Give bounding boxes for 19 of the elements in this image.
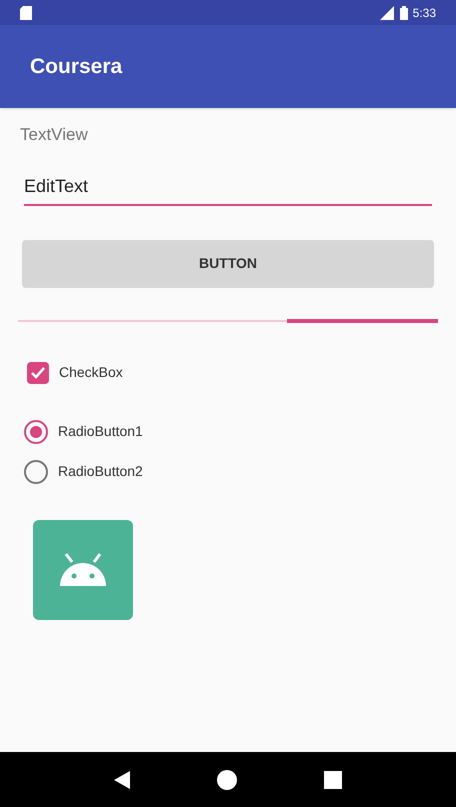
button[interactable]: BUTTON [22,240,434,288]
signal-icon [378,6,394,20]
text-view: TextView [20,124,88,146]
checkbox-label: CheckBox [59,363,123,382]
home-icon[interactable] [216,770,237,790]
radio-label: RadioButton2 [58,462,143,481]
app-title: Coursera [30,54,122,80]
check-icon [30,364,46,380]
radio-button[interactable] [24,460,48,484]
radio-button[interactable] [24,420,48,444]
battery-icon [400,6,408,20]
radio-label: RadioButton1 [58,422,143,441]
checkbox[interactable] [27,362,49,384]
back-icon[interactable] [114,770,130,788]
android-icon [33,520,133,620]
status-time: 5:33 [412,4,436,22]
edit-text-field[interactable]: EditText [24,170,432,206]
recents-icon[interactable] [324,770,342,788]
sd-card-icon [20,6,32,20]
